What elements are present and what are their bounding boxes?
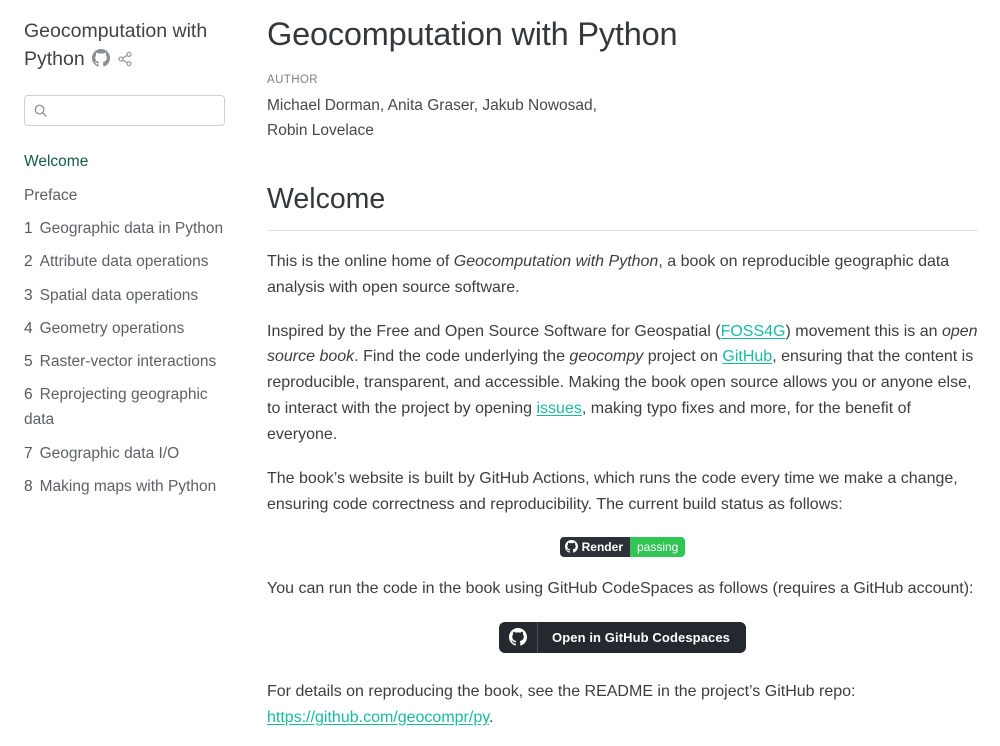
page-title: Geocomputation with Python — [267, 14, 978, 55]
sidebar-item-label: Geographic data in Python — [40, 220, 224, 237]
chapter-number: 2 — [24, 253, 33, 270]
sidebar-item-geometry-operations[interactable]: 4 Geometry operations — [24, 317, 226, 342]
sidebar-item-label: Spatial data operations — [40, 287, 199, 304]
search-input[interactable] — [24, 95, 225, 126]
badge-status: passing — [630, 537, 685, 557]
sidebar-item-preface[interactable]: Preface — [24, 184, 226, 209]
text-link[interactable]: FOSS4G — [721, 323, 786, 340]
paragraph-build-status: The book’s website is built by GitHub Ac… — [267, 466, 978, 518]
badge-row: Render passing — [267, 537, 978, 557]
text-link[interactable]: issues — [537, 400, 582, 417]
button-row: Open in GitHub Codespaces — [267, 622, 978, 653]
button-divider — [537, 622, 538, 653]
sidebar-item-reprojecting[interactable]: 6Reprojecting geographic data — [24, 383, 226, 433]
text-span: This is the online home of — [267, 253, 454, 270]
sidebar-item-spatial-data[interactable]: 3 Spatial data operations — [24, 284, 226, 309]
sidebar-item-label: Geographic data I/O — [40, 445, 180, 462]
github-icon — [565, 537, 578, 557]
paragraph-open-source: Inspired by the Free and Open Source Sof… — [267, 319, 978, 449]
sidebar-title: Geocomputation with Python — [24, 18, 214, 73]
text-span: project on — [643, 348, 722, 365]
search-box — [24, 95, 225, 126]
text-span: Inspired by the Free and Open Source Sof… — [267, 323, 721, 340]
open-codespaces-button[interactable]: Open in GitHub Codespaces — [499, 622, 746, 653]
author-label: AUTHOR — [267, 74, 978, 86]
emphasis-text: geocompy — [569, 348, 643, 365]
button-label: Open in GitHub Codespaces — [552, 630, 730, 645]
sidebar-nav: Welcome Preface 1 Geographic data in Pyth… — [24, 150, 226, 499]
render-status-badge[interactable]: Render passing — [560, 537, 686, 557]
search-icon — [33, 103, 48, 123]
sidebar-item-geographic-data[interactable]: 1 Geographic data in Python — [24, 217, 226, 242]
sidebar-item-data-io[interactable]: 7 Geographic data I/O — [24, 442, 226, 467]
sidebar: Geocomputation with Python Welcome Prefa… — [0, 0, 250, 746]
github-icon[interactable] — [85, 48, 110, 70]
main-content: Geocomputation with Python AUTHOR Michae… — [250, 0, 1000, 746]
github-icon — [509, 628, 527, 646]
share-icon[interactable] — [110, 48, 133, 70]
text-span: ) movement this is an — [785, 323, 942, 340]
text-span: . — [489, 709, 493, 726]
chapter-number: 3 — [24, 287, 33, 304]
sidebar-item-label: Welcome — [24, 153, 88, 170]
page: Geocomputation with Python Welcome Prefa… — [0, 0, 1000, 746]
paragraph-intro: This is the online home of Geocomputatio… — [267, 249, 978, 301]
chapter-number: 6 — [24, 386, 33, 403]
text-span: . Find the code underlying the — [354, 348, 569, 365]
paragraph-codespaces: You can run the code in the book using G… — [267, 576, 978, 602]
author-names: Michael Dorman, Anita Graser, Jakub Nowo… — [267, 93, 619, 144]
sidebar-item-welcome[interactable]: Welcome — [24, 150, 226, 175]
sidebar-item-making-maps[interactable]: 8 Making maps with Python — [24, 475, 226, 500]
emphasis-text: Geocomputation with Python — [454, 253, 659, 270]
paragraph-readme: For details on reproducing the book, see… — [267, 679, 978, 731]
sidebar-item-label: Preface — [24, 187, 77, 204]
text-link[interactable]: GitHub — [722, 348, 772, 365]
text-span: For details on reproducing the book, see… — [267, 683, 855, 700]
text-link[interactable]: https://github.com/geocompr/py — [267, 709, 489, 726]
chapter-number: 1 — [24, 220, 33, 237]
sidebar-item-label: Attribute data operations — [40, 253, 209, 270]
sidebar-item-raster-vector[interactable]: 5 Raster-vector interactions — [24, 350, 226, 375]
chapter-number: 5 — [24, 353, 33, 370]
sidebar-item-label: Making maps with Python — [40, 478, 217, 495]
chapter-number: 8 — [24, 478, 33, 495]
sidebar-item-label: Raster-vector interactions — [40, 353, 217, 370]
sidebar-item-attribute-data[interactable]: 2 Attribute data operations — [24, 250, 226, 275]
chapter-number: 7 — [24, 445, 33, 462]
chapter-number: 4 — [24, 320, 33, 337]
section-heading-welcome: Welcome — [267, 183, 978, 231]
sidebar-item-label: Reprojecting geographic data — [24, 386, 208, 428]
badge-workflow-name: Render — [582, 537, 623, 557]
sidebar-item-label: Geometry operations — [40, 320, 185, 337]
